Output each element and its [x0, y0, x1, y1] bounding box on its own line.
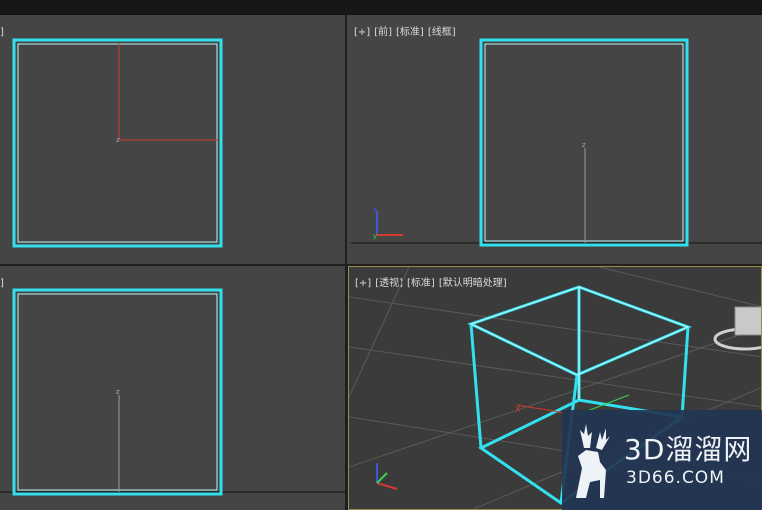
front-view-canvas: z z y	[351, 38, 762, 247]
pivot-z-label: z	[116, 136, 120, 144]
pivot-x-label: X	[515, 405, 521, 414]
axis-gizmo-x	[376, 482, 398, 490]
left-view-canvas: z	[0, 288, 345, 496]
pivot-z-label: z	[116, 388, 120, 396]
top-view-canvas: z	[12, 38, 223, 248]
pivot-z-label: z	[582, 141, 586, 149]
axis-gizmo-z-label: z	[373, 206, 377, 214]
axis-gizmo-y-label: y	[373, 232, 377, 240]
deer-logo-icon	[576, 424, 610, 498]
axis-gizmo-y	[376, 472, 388, 484]
watermark-banner: 3D溜溜网 3D66.COM	[562, 410, 762, 510]
viewport-front[interactable]: [+] [前] [标准] [线框] z z y	[347, 15, 762, 264]
top-toolbar-strip	[0, 0, 762, 15]
viewport-left[interactable]: ] z	[0, 266, 345, 510]
viewport-top-left[interactable]: ] z	[0, 15, 345, 264]
watermark-url: 3D66.COM	[626, 468, 725, 488]
view-cube-icon[interactable]	[713, 306, 762, 351]
watermark-brand: 3D溜溜网	[624, 433, 753, 466]
